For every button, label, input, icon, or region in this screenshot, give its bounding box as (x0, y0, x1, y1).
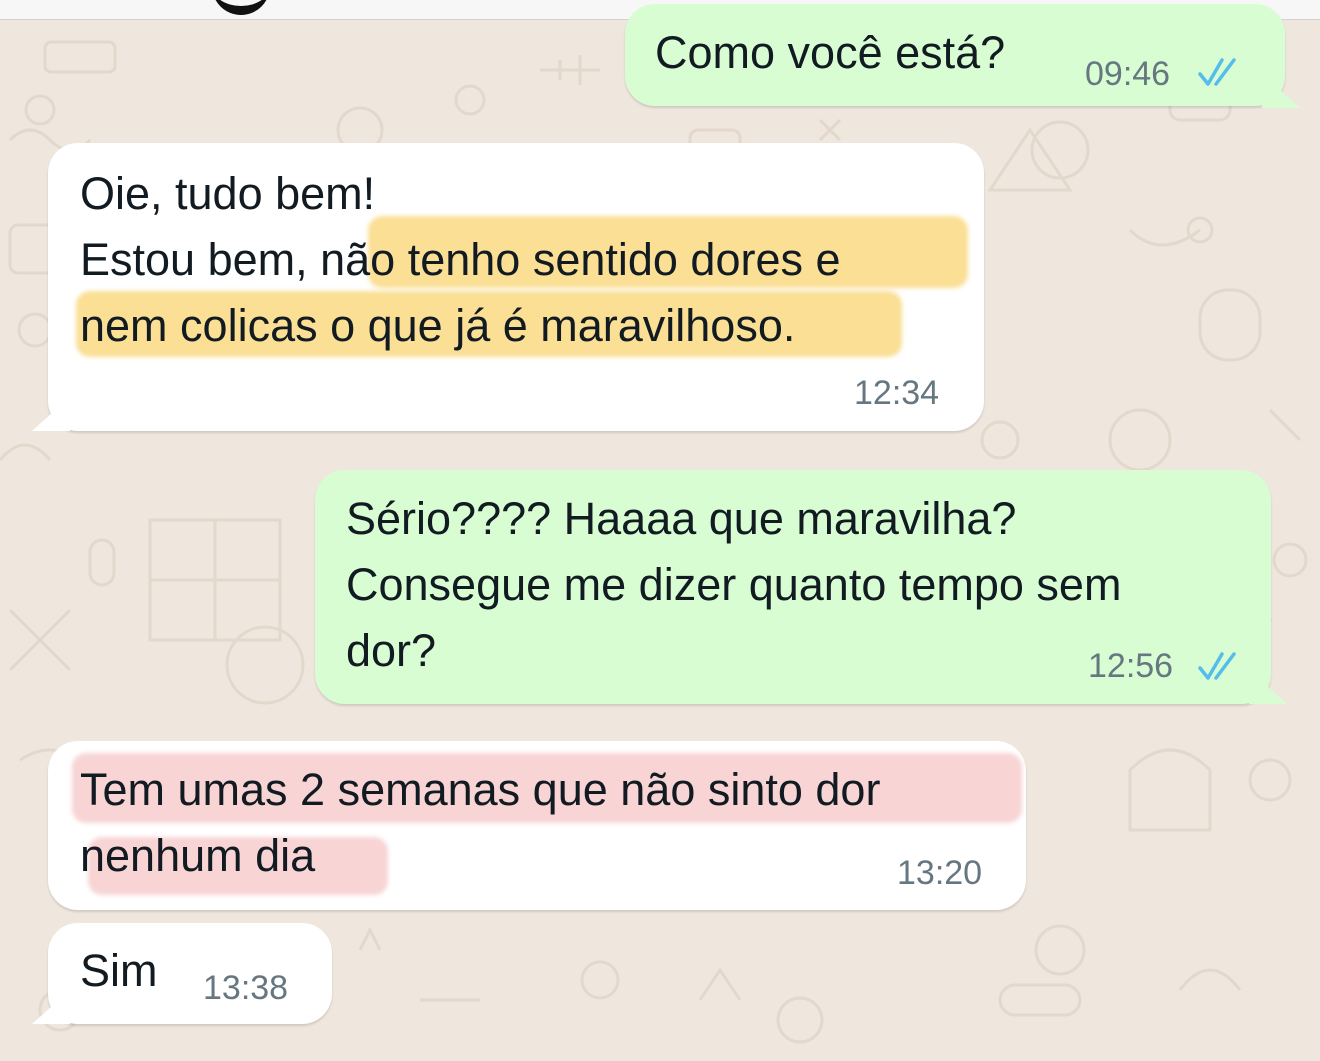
message-timestamp: 12:34 (854, 374, 940, 412)
message-timestamp: 09:46 (1085, 55, 1171, 93)
message-bubble-outgoing[interactable]: Sério???? Haaaa que maravilha? Consegue … (315, 470, 1271, 704)
bubble-tail-outgoing (1262, 74, 1300, 108)
message-text-line: Tem umas 2 semanas que não sinto dor (80, 764, 881, 815)
bubble-tail-incoming (32, 397, 70, 431)
double-check-read-icon (1198, 652, 1236, 680)
message-timestamp: 12:56 (1088, 647, 1174, 685)
bubble-tail-outgoing (1249, 670, 1287, 704)
double-check-read-icon (1198, 58, 1236, 86)
message-text-line: Sim (80, 945, 158, 996)
message-bubble-incoming[interactable]: Tem umas 2 semanas que não sinto dor nen… (48, 741, 1026, 910)
message-text-line: Consegue me dizer quanto tempo sem (346, 559, 1122, 610)
message-timestamp: 13:20 (897, 854, 983, 892)
message-text-line: dor? (346, 625, 437, 676)
message-text-line: Como você está? (655, 27, 1006, 78)
message-text-line: nenhum dia (80, 830, 316, 881)
bubble-tail-incoming (32, 990, 70, 1024)
message-text-line: Oie, tudo bem! (80, 168, 376, 219)
message-text-line: Estou bem, não tenho sentido dores e (80, 234, 841, 285)
message-bubble-incoming[interactable]: Sim 13:38 (48, 923, 332, 1024)
message-text-line: nem colicas o que já é maravilhoso. (80, 300, 796, 351)
message-bubble-incoming[interactable]: Oie, tudo bem! Estou bem, não tenho sent… (48, 143, 984, 431)
header-avatar-partial (212, 0, 270, 15)
message-text-line: Sério???? Haaaa que maravilha? (346, 493, 1017, 544)
message-timestamp: 13:38 (203, 969, 289, 1007)
message-bubble-outgoing[interactable]: Como você está? 09:46 (625, 4, 1285, 106)
